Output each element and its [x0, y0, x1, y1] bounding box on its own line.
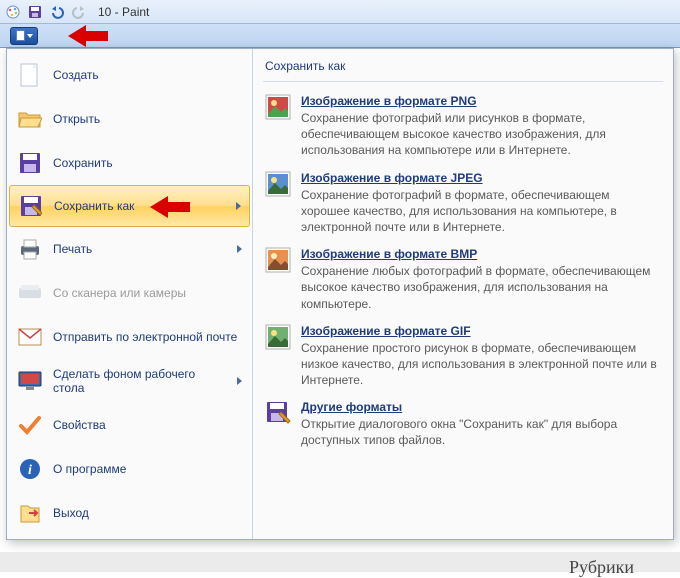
menu-item-properties[interactable]: Свойства — [7, 403, 252, 447]
format-title: Изображение в формате GIF — [301, 324, 661, 338]
format-option-gif[interactable]: Изображение в формате GIF Сохранение про… — [263, 318, 663, 395]
submenu-header: Сохранить как — [263, 55, 663, 82]
format-title: Изображение в формате BMP — [301, 247, 661, 261]
format-title: Изображение в формате PNG — [301, 94, 661, 108]
menu-label: Сохранить — [53, 156, 113, 170]
menu-item-save[interactable]: Сохранить — [7, 141, 252, 185]
annotation-arrow — [68, 25, 108, 47]
menu-label: Сохранить как — [54, 199, 134, 213]
submenu-arrow-icon — [237, 377, 242, 385]
gif-format-icon — [265, 324, 291, 350]
format-option-bmp[interactable]: Изображение в формате BMP Сохранение люб… — [263, 241, 663, 318]
menu-label: Создать — [53, 68, 99, 82]
save-as-dialog-icon — [265, 400, 291, 426]
submenu-arrow-icon — [236, 202, 241, 210]
menu-label: Сделать фоном рабочего стола — [53, 367, 227, 395]
format-option-other[interactable]: Другие форматы Открытие диалогового окна… — [263, 394, 663, 454]
menu-label: Открыть — [53, 112, 100, 126]
menu-item-print[interactable]: Печать — [7, 227, 252, 271]
menu-label: Выход — [53, 506, 89, 520]
menu-item-scanner: Со сканера или камеры — [7, 271, 252, 315]
svg-text:i: i — [28, 463, 32, 478]
menu-label: Печать — [53, 242, 92, 256]
menu-item-save-as[interactable]: Сохранить как — [9, 185, 250, 227]
jpeg-format-icon — [265, 171, 291, 197]
qat-undo-icon[interactable] — [48, 3, 66, 21]
annotation-arrow — [150, 196, 190, 218]
desktop-icon — [17, 368, 43, 394]
menu-item-about[interactable]: i О программе — [7, 447, 252, 491]
format-title: Изображение в формате JPEG — [301, 171, 661, 185]
menu-item-email[interactable]: Отправить по электронной почте — [7, 315, 252, 359]
png-format-icon — [265, 94, 291, 120]
format-option-jpeg[interactable]: Изображение в формате JPEG Сохранение фо… — [263, 165, 663, 242]
qat-redo-icon[interactable] — [70, 3, 88, 21]
checkmark-icon — [17, 412, 43, 438]
new-file-icon — [17, 62, 43, 88]
menu-item-create[interactable]: Создать — [7, 53, 252, 97]
file-menu-button[interactable] — [10, 27, 38, 45]
menu-item-open[interactable]: Открыть — [7, 97, 252, 141]
qat-save-icon[interactable] — [26, 3, 44, 21]
submenu-arrow-icon — [237, 245, 242, 253]
format-title: Другие форматы — [301, 400, 661, 414]
exit-icon — [17, 500, 43, 526]
page-heading-rubriki: Рубрики — [569, 557, 634, 578]
format-option-png[interactable]: Изображение в формате PNG Сохранение фот… — [263, 88, 663, 165]
window-title: 10 - Paint — [98, 5, 149, 19]
open-folder-icon — [17, 106, 43, 132]
menu-label: Со сканера или камеры — [53, 286, 186, 300]
format-description: Сохранение любых фотографий в формате, о… — [301, 263, 661, 312]
format-description: Открытие диалогового окна "Сохранить как… — [301, 416, 661, 448]
save-as-icon — [18, 193, 44, 219]
format-description: Сохранение простого рисунок в формате, о… — [301, 340, 661, 389]
format-description: Сохранение фотографий или рисунков в фор… — [301, 110, 661, 159]
email-icon — [17, 324, 43, 350]
menu-item-exit[interactable]: Выход — [7, 491, 252, 535]
format-description: Сохранение фотографий в формате, обеспеч… — [301, 187, 661, 236]
menu-label: Отправить по электронной почте — [53, 330, 237, 344]
save-as-submenu: Сохранить как Изображение в формате PNG … — [253, 49, 673, 539]
paint-app-icon — [4, 3, 22, 21]
dropdown-arrow-icon — [27, 34, 33, 38]
save-icon — [17, 150, 43, 176]
bmp-format-icon — [265, 247, 291, 273]
file-menu-left-column: Создать Открыть Сохранить Сохранить как — [7, 49, 253, 539]
window-titlebar: 10 - Paint — [0, 0, 680, 24]
ribbon-bar — [0, 24, 680, 48]
menu-label: Свойства — [53, 418, 106, 432]
info-icon: i — [17, 456, 43, 482]
menu-label: О программе — [53, 462, 126, 476]
scanner-icon — [17, 280, 43, 306]
printer-icon — [17, 236, 43, 262]
menu-item-wallpaper[interactable]: Сделать фоном рабочего стола — [7, 359, 252, 403]
file-menu-dropdown: Создать Открыть Сохранить Сохранить как — [6, 48, 674, 540]
document-icon — [16, 30, 25, 41]
